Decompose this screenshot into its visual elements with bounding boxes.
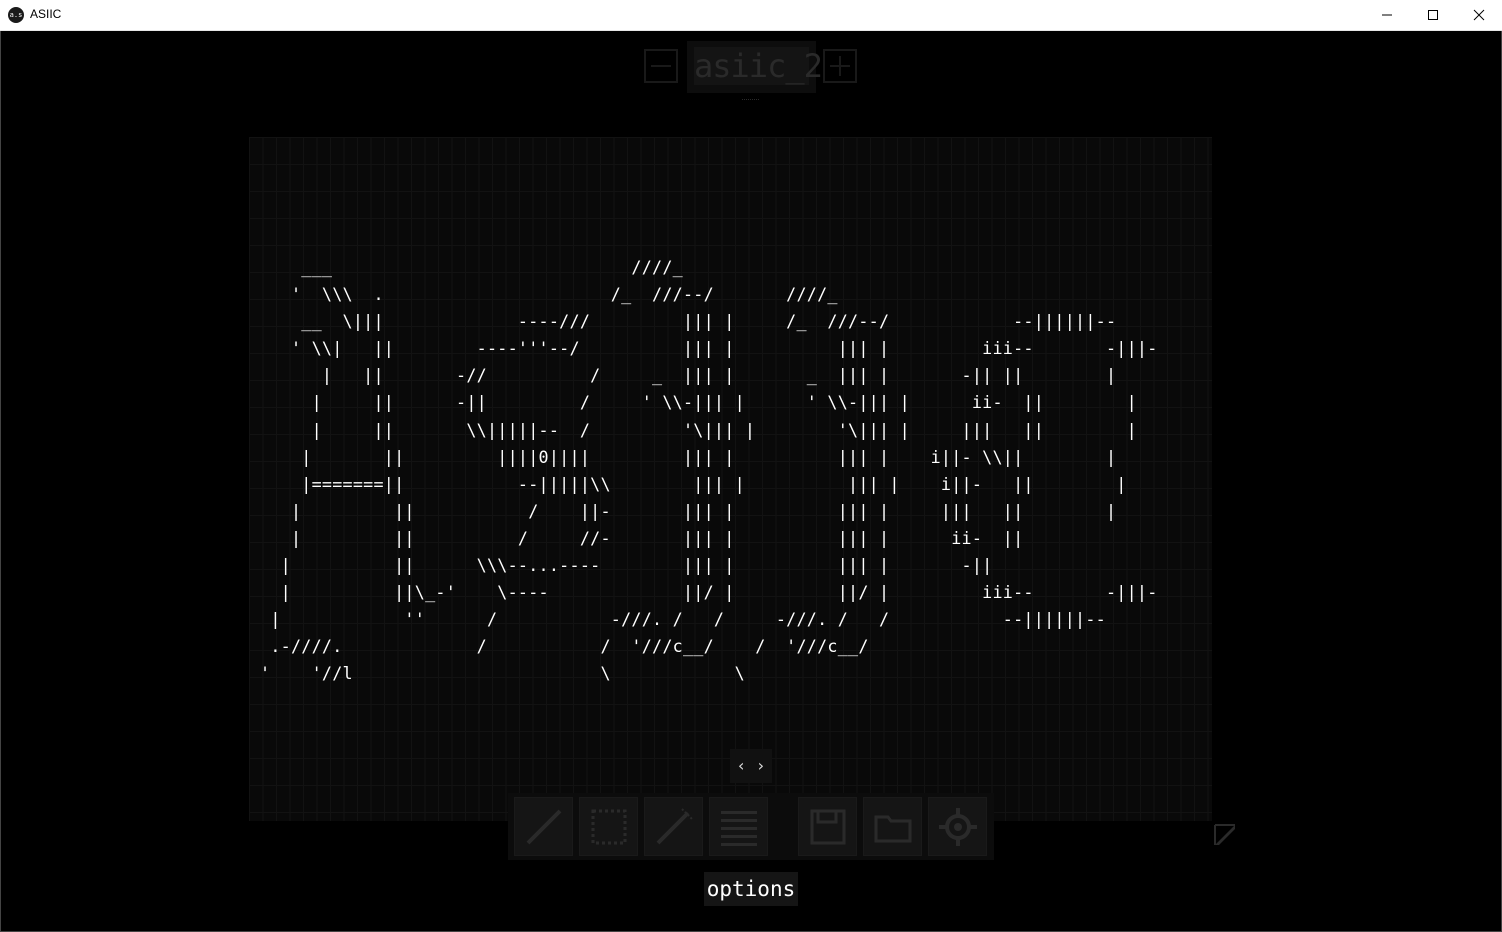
app-icon: a.s	[8, 7, 24, 23]
folder-icon	[874, 815, 911, 842]
minimize-button[interactable]	[1364, 0, 1410, 30]
selection-tool-button[interactable]	[579, 797, 638, 856]
add-document-button[interactable]	[823, 49, 857, 83]
close-button[interactable]	[1456, 0, 1502, 30]
document-name[interactable]: asiic_2	[694, 47, 823, 85]
ascii-art: ___ ////_ ' \\\ . /_ ///--/ ////_ __ \||…	[260, 257, 1158, 684]
window-title: ASIIC	[30, 7, 62, 21]
window-titlebar: a.s ASIIC	[0, 0, 1502, 31]
toolbar	[508, 793, 994, 860]
save-icon	[810, 809, 845, 844]
grid-icon	[720, 810, 757, 846]
minimize-icon	[1382, 14, 1392, 16]
pencil-tool-button[interactable]	[514, 797, 573, 856]
grid-tool-button[interactable]	[709, 797, 768, 856]
gear-icon	[938, 807, 977, 846]
options-button[interactable]: options	[704, 872, 798, 906]
close-icon	[1473, 9, 1485, 21]
open-folder-button[interactable]	[863, 797, 922, 856]
document-name-box[interactable]: asiic_2	[687, 41, 823, 93]
save-button[interactable]	[798, 797, 857, 856]
settings-button[interactable]	[928, 797, 987, 856]
drawing-canvas[interactable]: ___ ////_ ' \\\ . /_ ///--/ ////_ __ \||…	[249, 137, 1212, 821]
previous-document-button[interactable]	[644, 49, 678, 83]
document-name-indicator	[742, 99, 759, 103]
resize-handle-icon[interactable]	[1213, 823, 1237, 847]
magic-wand-tool-button[interactable]	[644, 797, 703, 856]
selection-icon	[591, 809, 626, 844]
maximize-button[interactable]	[1410, 0, 1456, 30]
magic-wand-icon	[656, 807, 693, 844]
canvas-navigate-button[interactable]: ‹ ›	[730, 749, 772, 783]
maximize-icon	[1428, 10, 1438, 20]
pencil-icon	[526, 809, 561, 844]
